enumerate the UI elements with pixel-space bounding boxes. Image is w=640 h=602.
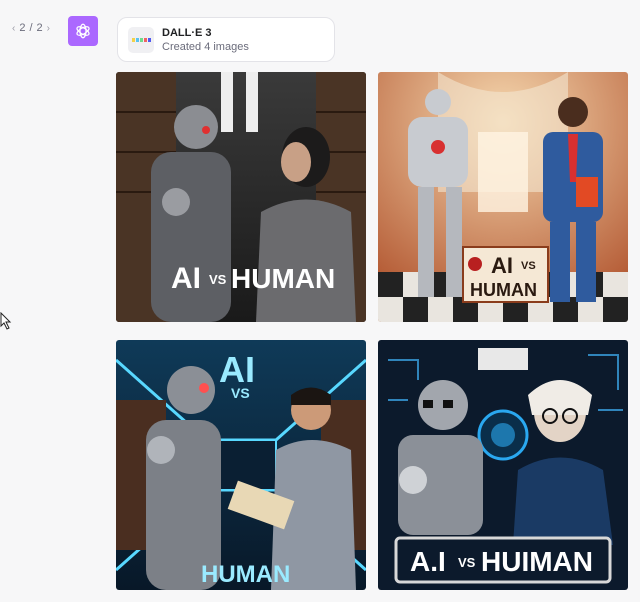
svg-text:HUMAN: HUMAN [231,263,335,294]
pager-total: 2 [36,22,43,34]
svg-text:HUIMAN: HUIMAN [481,546,593,577]
openai-logo-icon [76,23,90,39]
pager-separator: / [29,22,33,34]
svg-text:VS: VS [231,385,250,401]
mouse-cursor-icon [0,312,12,330]
svg-text:AI: AI [171,262,201,295]
tool-card-title: DALL·E 3 [162,26,212,39]
svg-text:VS: VS [458,555,476,570]
svg-text:HUMAN: HUMAN [201,561,290,588]
generated-image-1[interactable]: AI VS HUMAN [116,72,366,322]
generated-image-2[interactable]: AI VS HUMAN [378,72,628,322]
generated-image-4[interactable]: A.I VS HUIMAN [378,340,628,590]
svg-text:AI: AI [219,349,255,390]
generated-image-3[interactable]: AI VS HUMAN [116,340,366,590]
chevron-left-icon[interactable]: ‹ [12,23,15,34]
chevron-right-icon[interactable]: › [47,23,50,34]
assistant-avatar [68,16,98,46]
svg-text:HUMAN: HUMAN [470,280,537,300]
svg-text:AI: AI [491,253,513,278]
svg-text:VS: VS [521,260,536,272]
dalle-thumbnail-icon [128,26,154,53]
pager-current: 2 [19,22,26,34]
dalle-tool-card[interactable]: DALL·E 3 Created 4 images [117,17,335,62]
svg-text:VS: VS [209,272,227,287]
svg-text:A.I: A.I [410,546,446,577]
response-pager: ‹ 2 / 2 › [12,22,50,34]
tool-card-subtitle: Created 4 images [162,40,249,53]
